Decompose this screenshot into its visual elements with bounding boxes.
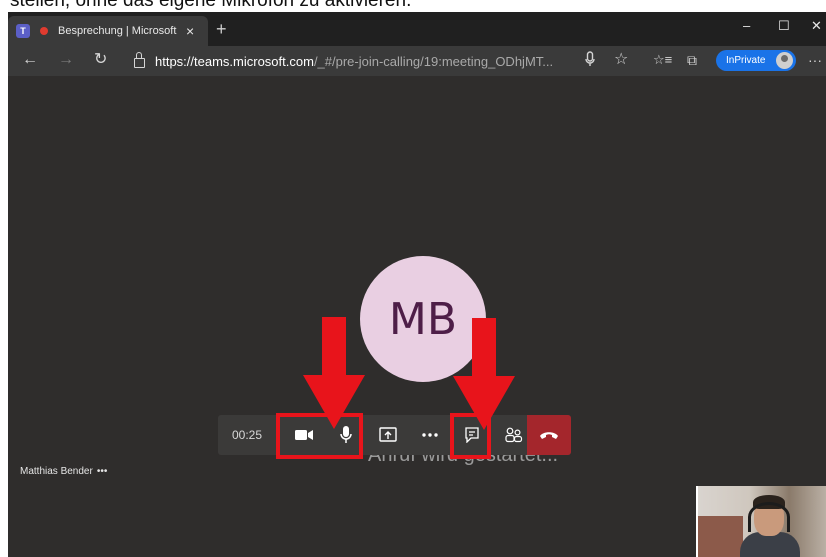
favorites-list-icon[interactable]: ☆≡ (653, 51, 672, 69)
participant-label: Matthias Bender ••• (20, 466, 107, 477)
lock-icon (134, 52, 145, 68)
recording-indicator-icon (40, 27, 48, 35)
teams-logo-icon: T (16, 24, 30, 38)
tab-close-icon[interactable]: × (186, 24, 194, 38)
headset-icon (748, 502, 790, 532)
address-bar[interactable]: https://teams.microsoft.com/_#/pre-join-… (126, 49, 646, 73)
favorite-star-icon[interactable]: ☆ (614, 51, 628, 69)
read-aloud-icon[interactable] (585, 51, 595, 72)
address-bar-row: ← → ↻ https://teams.microsoft.com/_#/pre… (8, 46, 826, 76)
tab-meeting[interactable]: T Besprechung | Microsoft Teams × (8, 16, 208, 46)
close-window-button[interactable]: ✕ (811, 18, 822, 34)
hang-up-button[interactable] (527, 415, 571, 455)
background-shelf (698, 516, 743, 557)
tab-strip: T Besprechung | Microsoft Teams × + – ☐ … (8, 12, 826, 46)
inprivate-label: InPrivate (726, 55, 766, 66)
call-timer: 00:25 (232, 428, 263, 442)
minimize-button[interactable]: – (743, 18, 750, 33)
avatar-initials: MB (388, 293, 458, 345)
participant-name: Matthias Bender (20, 466, 93, 477)
maximize-button[interactable]: ☐ (778, 18, 790, 34)
back-button[interactable]: ← (22, 51, 38, 69)
hang-up-icon (540, 432, 558, 439)
participant-more-button[interactable]: ••• (97, 466, 108, 477)
caption-text: stellen, ohne das eigene Mikrofon zu akt… (10, 0, 412, 11)
share-screen-button[interactable] (372, 419, 404, 451)
profile-avatar-icon (776, 52, 793, 69)
self-view-video (696, 486, 826, 557)
collections-icon[interactable]: ⧉ (687, 51, 697, 69)
browser-menu-button[interactable]: ··· (808, 52, 822, 68)
more-dots-icon (422, 433, 438, 437)
url-path: /_#/pre-join-calling/19:meeting_ODhjMT..… (313, 53, 554, 69)
new-tab-button[interactable]: + (216, 20, 227, 38)
forward-button[interactable]: → (58, 51, 74, 69)
tab-title: Besprechung | Microsoft Teams (58, 25, 178, 37)
refresh-button[interactable]: ↻ (94, 51, 107, 69)
url-host: https://teams.microsoft.com (155, 53, 314, 69)
more-actions-button[interactable] (414, 419, 446, 451)
annotation-box-chat (450, 413, 491, 459)
call-controls-bar: 00:25 (218, 415, 571, 455)
browser-window: T Besprechung | Microsoft Teams × + – ☐ … (8, 12, 826, 557)
meeting-stage: MB Anruf wird gestartet... Matthias Bend… (8, 76, 826, 557)
inprivate-badge[interactable]: InPrivate (716, 50, 796, 71)
annotation-box-camera-mic (276, 413, 363, 459)
share-screen-icon (379, 427, 397, 442)
